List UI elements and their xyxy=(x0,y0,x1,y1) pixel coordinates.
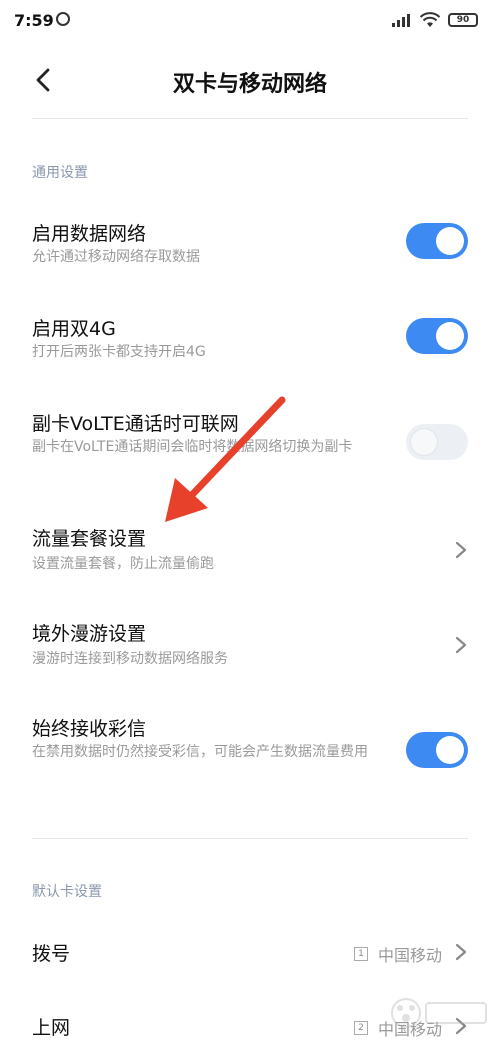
row-title: 境外漫游设置 xyxy=(32,623,147,645)
battery-icon: 90 xyxy=(448,13,478,27)
row-dual-4g[interactable]: 启用双4G 打开后两张卡都支持开启4G xyxy=(0,300,500,380)
row-title: 副卡VoLTE通话时可联网 xyxy=(32,413,239,435)
sim-badge: 2 xyxy=(353,1021,368,1035)
data-network-toggle[interactable] xyxy=(406,223,468,259)
wifi-icon xyxy=(420,12,440,27)
row-subtitle: 允许通过移动网络存取数据 xyxy=(32,249,200,265)
row-subtitle: 设置流量套餐，防止流量偷跑 xyxy=(32,556,214,572)
row-subtitle: 副卡在VoLTE通话期间会临时将数据网络切换为副卡 xyxy=(32,439,353,455)
row-roaming[interactable]: 境外漫游设置 漫游时连接到移动数据网络服务 xyxy=(0,605,500,685)
sim-badge: 1 xyxy=(353,947,368,961)
chevron-right-icon xyxy=(455,943,467,961)
section-divider xyxy=(32,838,468,839)
row-title: 启用数据网络 xyxy=(32,223,147,245)
section-label-default-card: 默认卡设置 xyxy=(32,884,102,900)
header: 双卡与移动网络 xyxy=(0,52,500,108)
volte-data-toggle[interactable] xyxy=(406,424,468,460)
mms-toggle[interactable] xyxy=(406,732,468,768)
app-notification-icon xyxy=(56,12,70,26)
row-data-plan[interactable]: 流量套餐设置 设置流量套餐，防止流量偷跑 xyxy=(0,510,500,590)
row-data-network[interactable]: 启用数据网络 允许通过移动网络存取数据 xyxy=(0,205,500,285)
status-time: 7:59 xyxy=(14,11,54,30)
row-title: 启用双4G xyxy=(32,318,116,340)
row-subtitle: 漫游时连接到移动数据网络服务 xyxy=(32,651,228,667)
row-title: 拨号 xyxy=(32,943,71,965)
row-subtitle: 在禁用数据时仍然接受彩信，可能会产生数据流量费用 xyxy=(32,744,368,760)
row-title: 上网 xyxy=(32,1017,71,1039)
row-dial[interactable]: 拨号 1 中国移动 xyxy=(0,925,500,981)
row-title: 始终接收彩信 xyxy=(32,718,147,740)
carrier-name: 中国移动 xyxy=(377,946,442,965)
section-label-general: 通用设置 xyxy=(32,165,88,181)
dial-sim-value: 1 中国移动 xyxy=(353,942,442,966)
watermark-icon xyxy=(391,998,487,1028)
status-bar: 7:59 90 xyxy=(0,0,500,44)
page-title: 双卡与移动网络 xyxy=(172,72,327,97)
row-subtitle: 打开后两张卡都支持开启4G xyxy=(32,344,206,360)
row-title: 流量套餐设置 xyxy=(32,528,147,550)
status-icons: 90 xyxy=(392,12,478,28)
dual-4g-toggle[interactable] xyxy=(406,318,468,354)
signal-icon xyxy=(392,13,412,27)
header-divider xyxy=(32,118,468,119)
chevron-right-icon xyxy=(455,636,467,654)
chevron-right-icon xyxy=(455,541,467,559)
row-volte-data[interactable]: 副卡VoLTE通话时可联网 副卡在VoLTE通话期间会临时将数据网络切换为副卡 xyxy=(0,395,500,495)
row-mms[interactable]: 始终接收彩信 在禁用数据时仍然接受彩信，可能会产生数据流量费用 xyxy=(0,700,500,800)
